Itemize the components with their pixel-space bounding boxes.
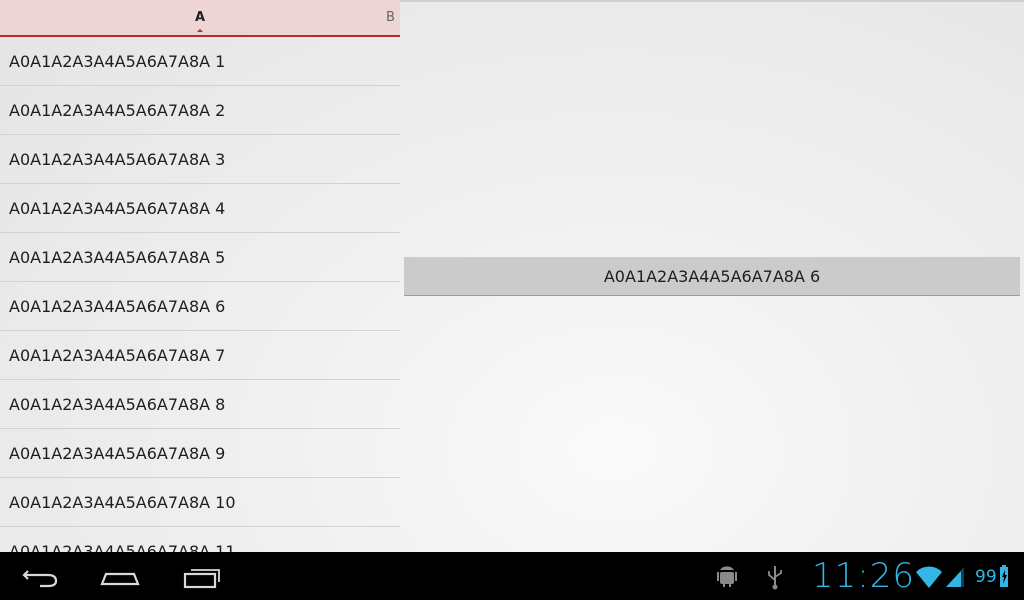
list-item[interactable]: A0A1A2A3A4A5A6A7A8A 2: [0, 86, 400, 135]
home-icon: [100, 572, 140, 586]
list-pane: A B A0A1A2A3A4A5A6A7A8A 1 A0A1A2A3A4A5A6…: [0, 0, 400, 552]
recent-apps-button[interactable]: [172, 552, 232, 600]
android-debug-icon: [717, 566, 737, 587]
battery-charging-icon: [1000, 565, 1008, 587]
recent-apps-icon: [183, 569, 220, 589]
list-item[interactable]: A0A1A2A3A4A5A6A7A8A 8: [0, 380, 400, 429]
tab-a[interactable]: A: [195, 10, 205, 25]
list-item[interactable]: A0A1A2A3A4A5A6A7A8A 6: [0, 282, 400, 331]
list-item[interactable]: A0A1A2A3A4A5A6A7A8A 3: [0, 135, 400, 184]
list-item[interactable]: A0A1A2A3A4A5A6A7A8A 7: [0, 331, 400, 380]
clock: 11:26: [812, 556, 915, 596]
tab-b[interactable]: B: [386, 10, 395, 25]
item-list: A0A1A2A3A4A5A6A7A8A 1 A0A1A2A3A4A5A6A7A8…: [0, 37, 400, 552]
system-bar: 11:26 99: [0, 552, 1024, 600]
usb-icon: [768, 566, 782, 590]
home-button[interactable]: [92, 552, 152, 600]
list-item[interactable]: A0A1A2A3A4A5A6A7A8A 5: [0, 233, 400, 282]
wifi-icon: [916, 566, 942, 588]
back-button[interactable]: [10, 552, 70, 600]
tab-bar: A B: [0, 0, 400, 37]
back-icon: [22, 570, 58, 588]
list-item[interactable]: A0A1A2A3A4A5A6A7A8A 10: [0, 478, 400, 527]
tab-selected-indicator: [197, 29, 203, 32]
battery-level-text: 99: [975, 567, 997, 587]
list-item[interactable]: A0A1A2A3A4A5A6A7A8A 11: [0, 527, 400, 553]
list-item[interactable]: A0A1A2A3A4A5A6A7A8A 1: [0, 37, 400, 86]
list-item[interactable]: A0A1A2A3A4A5A6A7A8A 9: [0, 429, 400, 478]
detail-text-box: A0A1A2A3A4A5A6A7A8A 6: [404, 257, 1020, 296]
signal-icon: [946, 567, 964, 587]
list-item[interactable]: A0A1A2A3A4A5A6A7A8A 4: [0, 184, 400, 233]
